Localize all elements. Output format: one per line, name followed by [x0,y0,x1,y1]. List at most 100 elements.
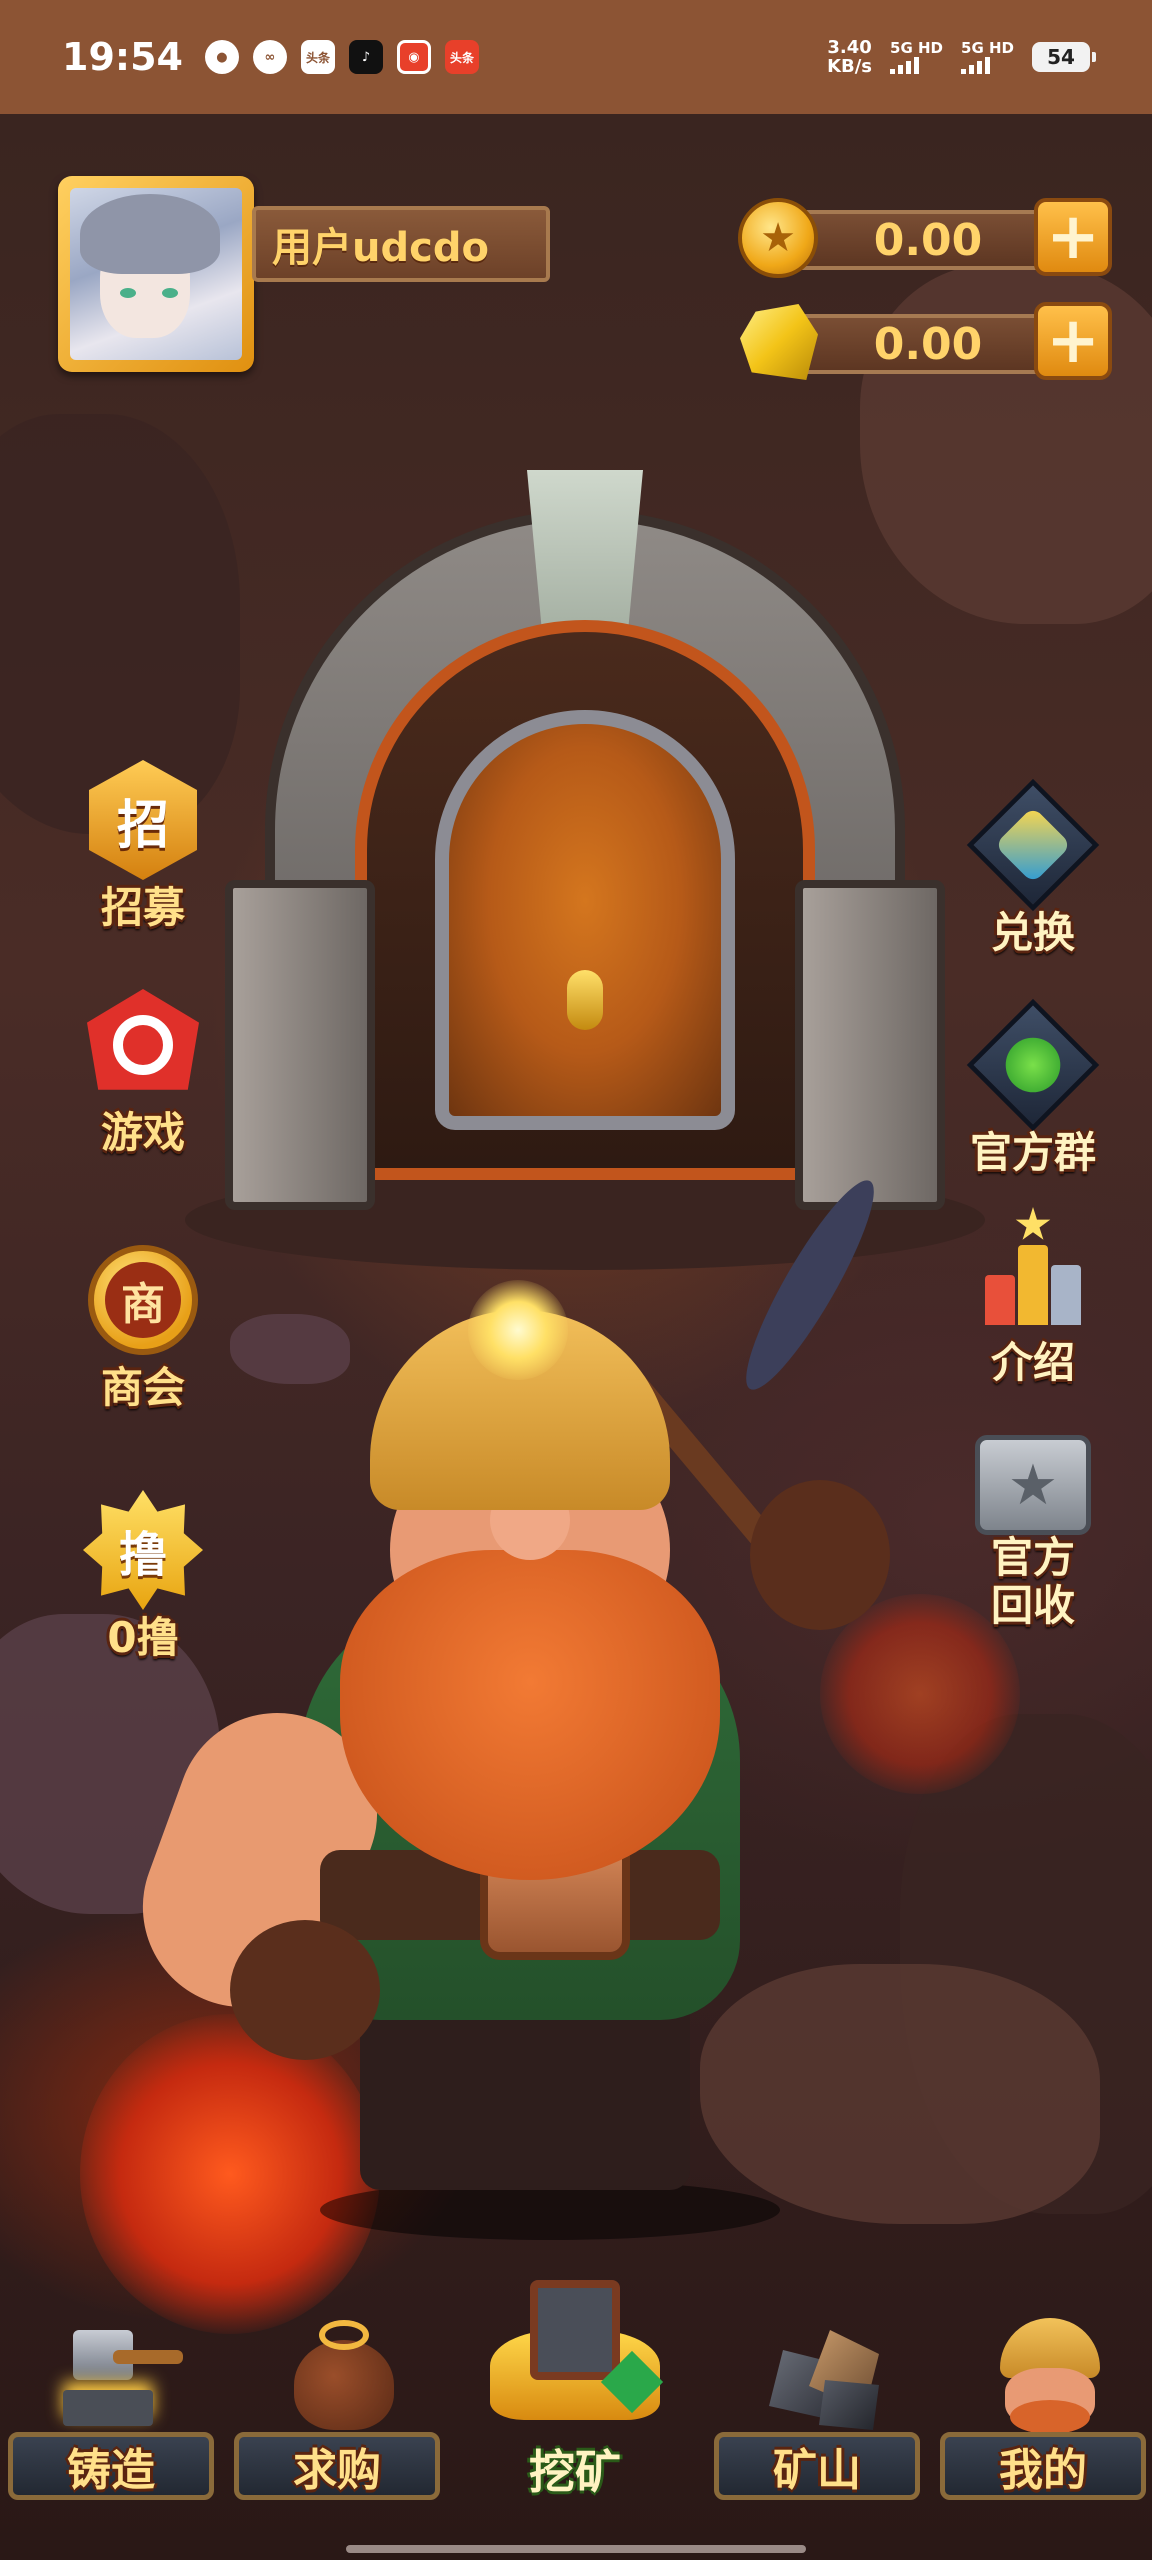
avatar-eye [120,288,136,298]
mining-cart-icon [490,2270,664,2440]
anvil [63,2390,153,2426]
mine-shaft [530,2280,620,2380]
guild-medal: 商 [88,1245,198,1355]
exchange-diamond [966,778,1100,912]
bottom-nav: 铸造 求购 挖矿 矿山 我的 [0,2280,1152,2520]
guild-icon: 商 [83,1240,203,1360]
miner-glove [750,1480,890,1630]
recruit-button[interactable]: 招 招募 [58,760,228,950]
miner-avatar-icon [985,2310,1105,2434]
zero-lu-badge: 撸 [83,1490,203,1610]
guild-button[interactable]: 商 商会 [58,1240,228,1430]
podium-bar [1051,1265,1081,1325]
bag-body [294,2340,394,2430]
tiktok-icon: ♪ [348,40,383,74]
stone-pillar-left [225,880,375,1210]
recruit-icon: 招 [83,760,203,880]
signal-bars-icon [961,56,991,74]
toutiao-red-icon: 头条 [444,40,479,74]
network-speed-value: 3.40 [827,37,872,58]
podium-bar [985,1275,1015,1325]
avatar[interactable] [58,176,254,372]
recruit-label: 招募 [100,883,185,932]
group-diamond [966,998,1100,1132]
intro-label: 介绍 [990,1338,1075,1387]
notification-icons: ● ∞ 头条 ♪ ◉ 头条 [204,40,479,74]
zero-lu-icon: 撸 [83,1490,203,1610]
status-time: 19:54 [62,35,183,79]
stone-pillar-right [795,880,945,1210]
mini-beard [1010,2400,1090,2434]
gold-balance-value: 0.00 [788,314,1068,374]
hammer-handle [113,2350,183,2364]
toutiao-icon: 头条 [300,40,335,74]
exchange-icon [966,778,1100,912]
zero-lu-label: 0撸 [107,1613,179,1662]
nav-mine[interactable]: 矿山 [714,2280,924,2520]
recruit-badge: 招 [89,760,197,880]
signal-2: 5G HD [961,40,1014,74]
wechat-icon: ● [204,40,239,74]
podium-icon [973,1207,1093,1335]
gold-balance: 0.00 + [738,302,1112,380]
nav-mine-label: 矿山 [773,2445,861,2496]
signal-2-label: 5G HD [961,39,1014,57]
official-group-button[interactable]: 官方群 [948,998,1118,1195]
hammer-icon [53,2310,183,2430]
lock-icon [567,970,603,1030]
miner-beard [340,1550,720,1880]
guild-label: 商会 [100,1363,185,1412]
red-app-icon: ◉ [396,40,431,74]
coin-balance: 0.00 ★ + [738,198,1112,278]
miner-character[interactable] [114,1168,980,2240]
helmet-lamp [468,1280,568,1380]
nav-forge-plate: 铸造 [8,2432,214,2500]
game-label: 游戏 [100,1108,185,1157]
nav-profile-label: 我的 [999,2445,1087,2496]
intro-button[interactable]: 介绍 [948,1207,1118,1405]
nav-purchase-plate: 求购 [234,2432,440,2500]
nav-profile[interactable]: 我的 [940,2280,1150,2520]
avatar-image [70,188,242,360]
official-recycle-button[interactable]: ★ 官方 回收 [948,1420,1118,1660]
signal-1-label: 5G HD [890,39,944,57]
group-people [994,1026,1072,1104]
add-coins-button[interactable]: + [1034,198,1112,276]
avatar-hair [80,194,220,274]
bag-tie [319,2320,369,2350]
exchange-button[interactable]: 兑换 [948,778,1118,975]
target-icon [83,985,203,1105]
zero-lu-button[interactable]: 撸 0撸 [58,1490,228,1680]
ore-rocks-icon [759,2310,879,2430]
add-gold-button[interactable]: + [1034,302,1112,380]
game-button[interactable]: 游戏 [58,985,228,1175]
nav-profile-plate: 我的 [940,2432,1146,2500]
mine-entrance[interactable] [185,470,985,1270]
podium [973,1207,1093,1335]
coin-balance-value: 0.00 [788,210,1068,270]
nav-mining-label: 挖矿 [529,2445,621,2499]
signal-bars-icon [890,56,920,74]
target-ring [113,1015,173,1075]
money-bag-icon [279,2310,399,2430]
network-speed-unit: KB/s [827,56,873,77]
nav-purchase[interactable]: 求购 [234,2280,444,2520]
ore-rock [819,2380,879,2430]
briefcase: ★ [975,1435,1091,1535]
home-indicator[interactable] [346,2545,806,2553]
group-chat-icon [966,998,1100,1132]
link-app-icon: ∞ [252,40,287,74]
official-recycle-label: 官方 回收 [990,1533,1075,1630]
nav-forge-label: 铸造 [67,2445,155,2496]
avatar-eye [162,288,178,298]
mine-door[interactable] [435,710,735,1130]
briefcase-icon: ★ [973,1420,1093,1540]
nav-purchase-label: 求购 [293,2445,381,2496]
battery-icon: 54 [1032,42,1096,72]
username[interactable]: 用户udcdo [252,206,550,282]
nav-forge[interactable]: 铸造 [8,2280,218,2520]
nav-mining[interactable]: 挖矿 [470,2280,680,2520]
coin-icon: ★ [738,198,818,278]
nav-mine-plate: 矿山 [714,2432,920,2500]
miner-glove [230,1920,380,2060]
